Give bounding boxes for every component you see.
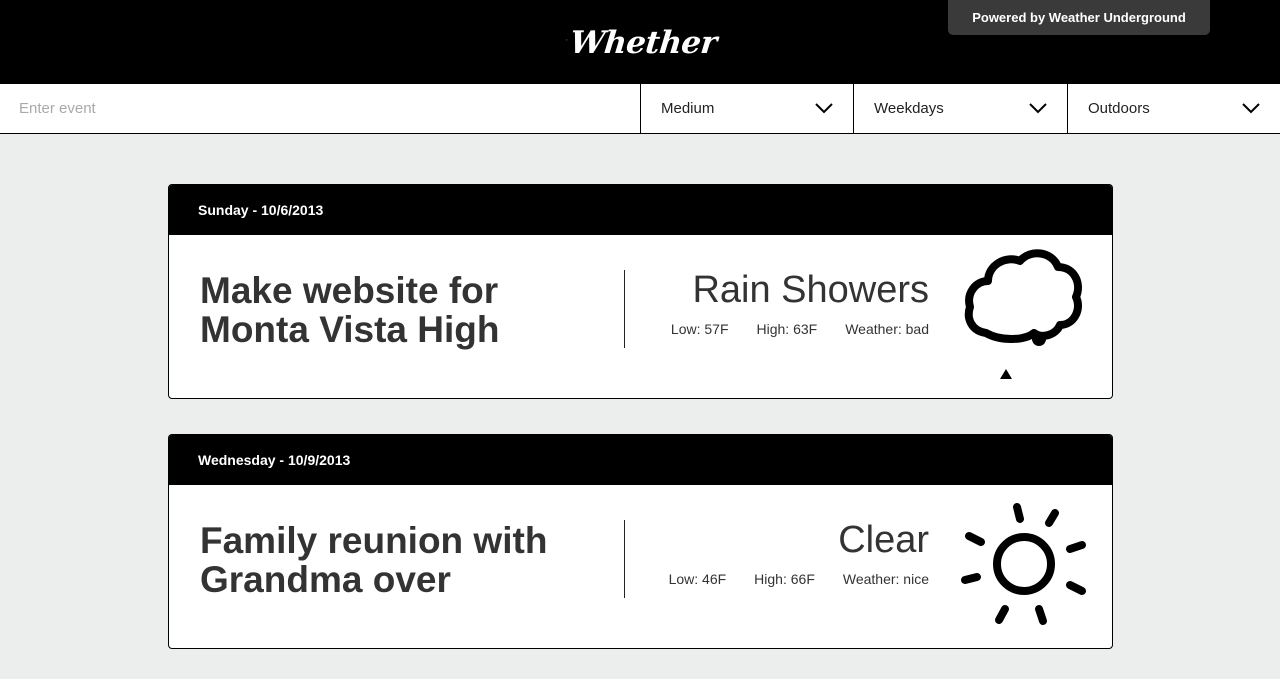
weather-rating: Weather: nice — [842, 571, 929, 587]
weather-rating: Weather: bad — [845, 321, 929, 337]
weather-condition: Clear — [838, 519, 929, 561]
powered-by-link[interactable]: Powered by Weather Underground — [948, 0, 1210, 35]
chevron-down-icon — [815, 103, 833, 114]
high-temp: High: 63F — [756, 321, 818, 337]
event-date: Wednesday - 10/9/2013 — [169, 435, 1112, 485]
weather-stats: Low: 46F High: 66F Weather: nice — [669, 571, 929, 587]
app-logo[interactable]: Whether — [566, 16, 718, 70]
sun-logo-icon — [566, 39, 568, 41]
days-dropdown[interactable]: Weekdays — [853, 84, 1067, 133]
app-header: Whether Powered by Weather Underground — [0, 0, 1280, 84]
chevron-down-icon — [1242, 103, 1260, 114]
event-card[interactable]: Wednesday - 10/9/2013 Family reunion wit… — [168, 434, 1113, 649]
event-card[interactable]: Sunday - 10/6/2013 Make website for Mont… — [168, 184, 1113, 399]
event-date: Sunday - 10/6/2013 — [169, 185, 1112, 235]
location-value: Outdoors — [1088, 100, 1150, 117]
intensity-value: Medium — [661, 100, 715, 117]
divider — [624, 270, 625, 348]
logo-text: Whether — [567, 25, 718, 61]
sun-icon — [961, 503, 1086, 625]
low-temp: Low: 46F — [668, 571, 727, 587]
event-title: Make website for Monta Vista High — [200, 270, 500, 350]
days-value: Weekdays — [874, 100, 944, 117]
high-temp: High: 66F — [754, 571, 815, 587]
chevron-down-icon — [1029, 103, 1047, 114]
location-dropdown[interactable]: Outdoors — [1067, 84, 1280, 133]
low-temp: Low: 57F — [670, 321, 729, 337]
weather-stats: Low: 57F High: 63F Weather: bad — [671, 321, 929, 337]
intensity-dropdown[interactable]: Medium — [640, 84, 853, 133]
expand-caret-icon[interactable] — [1000, 369, 1012, 379]
filter-bar: Medium Weekdays Outdoors — [0, 84, 1280, 134]
cloud-icon — [964, 249, 1082, 346]
divider — [624, 520, 625, 598]
event-title: Family reunion with Grandma over — [200, 520, 548, 600]
weather-condition: Rain Showers — [692, 269, 929, 311]
event-input[interactable] — [0, 84, 640, 133]
